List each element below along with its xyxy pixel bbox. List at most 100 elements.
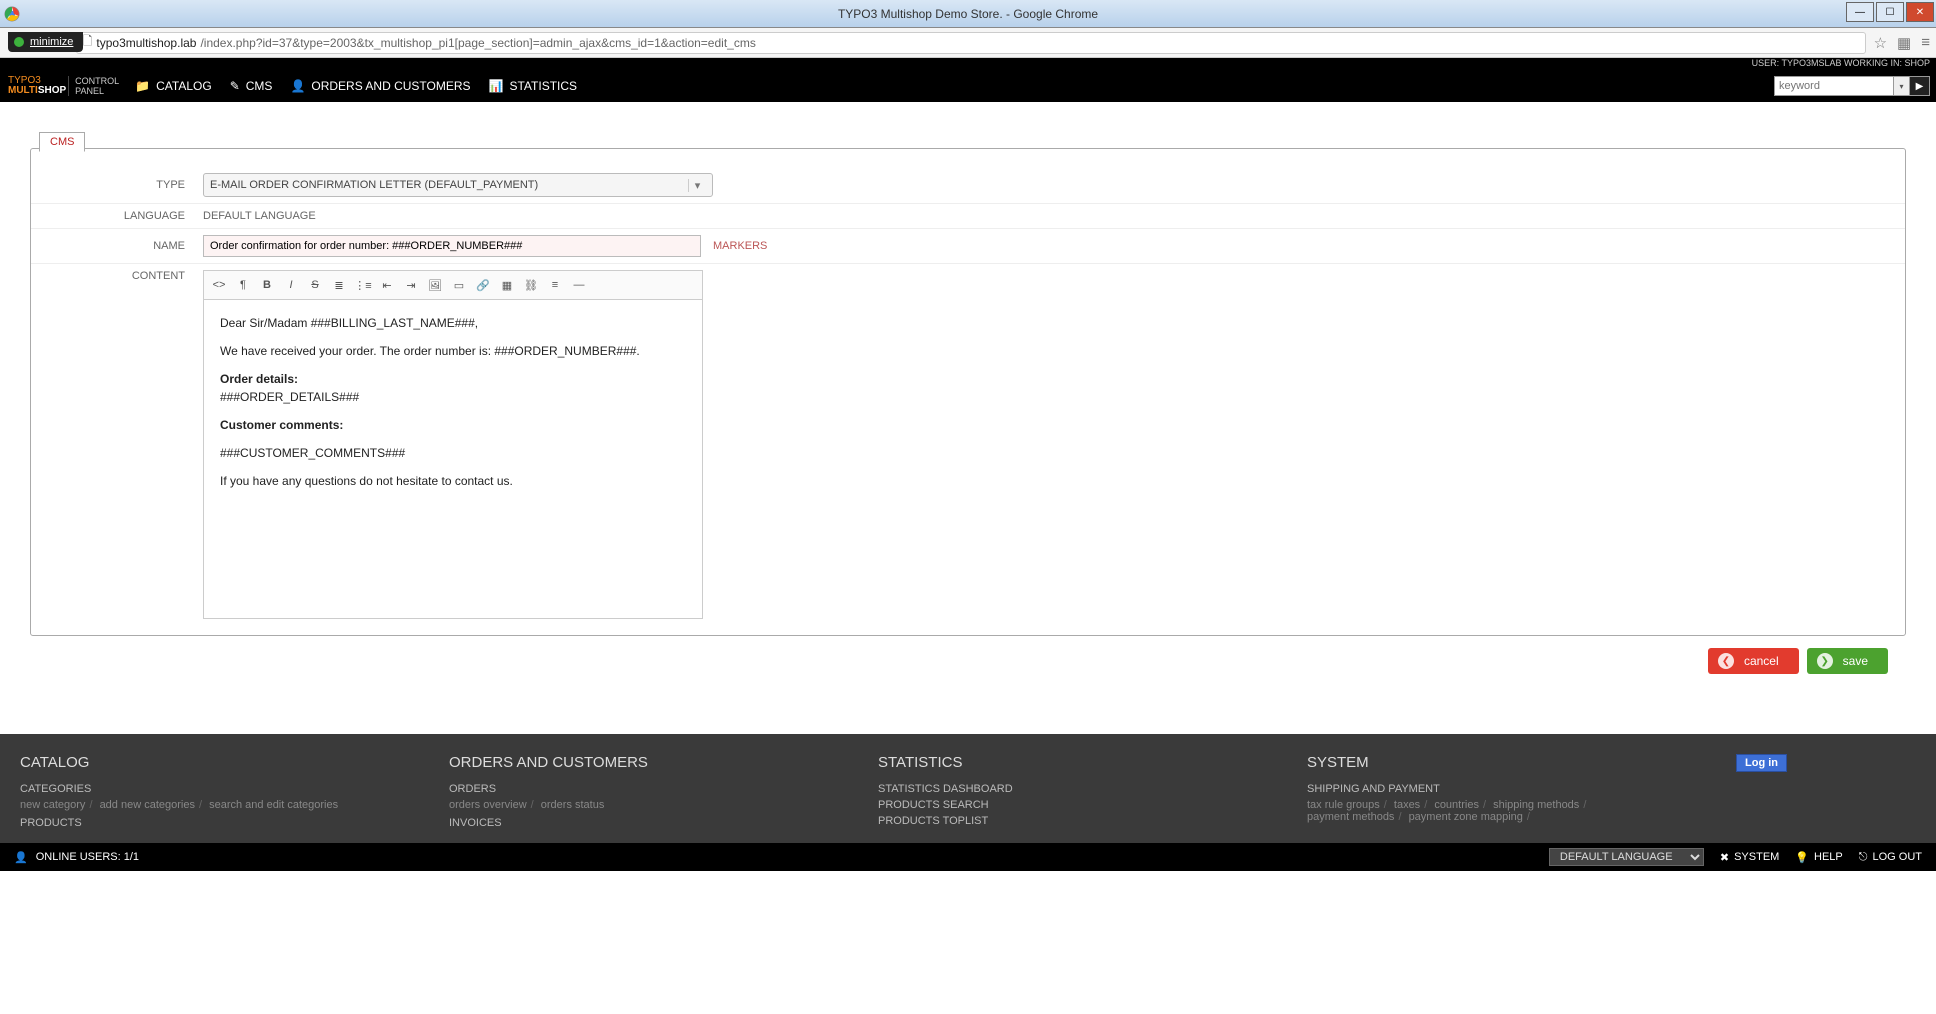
chart-icon: 📊 bbox=[489, 79, 504, 93]
footer-categories[interactable]: CATEGORIES bbox=[20, 783, 409, 795]
footer-stats-dashboard[interactable]: STATISTICS DASHBOARD bbox=[878, 783, 1267, 795]
tab-cms[interactable]: CMS bbox=[39, 132, 85, 152]
system-button[interactable]: ✖ SYSTEM bbox=[1720, 851, 1779, 864]
editor-video-button[interactable]: ▭ bbox=[448, 275, 470, 295]
search-dropdown[interactable]: ▾ bbox=[1894, 76, 1910, 96]
cancel-button[interactable]: ❮ cancel bbox=[1708, 648, 1799, 674]
menu-icon[interactable]: ≡ bbox=[1921, 34, 1930, 52]
search-input[interactable] bbox=[1774, 76, 1894, 96]
editor-paragraph-button[interactable]: ¶ bbox=[232, 275, 254, 295]
star-icon[interactable]: ☆ bbox=[1874, 34, 1887, 52]
url-host: typo3multishop.lab bbox=[96, 36, 196, 50]
editor-bold-button[interactable]: B bbox=[256, 275, 278, 295]
pencil-icon: ✎ bbox=[230, 79, 240, 93]
footer-link-orders-overview[interactable]: orders overview bbox=[449, 799, 527, 811]
window-maximize-button[interactable]: ☐ bbox=[1876, 2, 1904, 22]
extension-icon[interactable]: ▦ bbox=[1897, 34, 1911, 52]
editor-source-button[interactable]: <> bbox=[208, 275, 230, 295]
page-icon: 🗋 bbox=[83, 32, 93, 53]
gear-icon: ✖ bbox=[1720, 851, 1729, 864]
content-closing: If you have any questions do not hesitat… bbox=[220, 472, 686, 490]
label-name: NAME bbox=[43, 240, 203, 252]
help-button[interactable]: 💡 HELP bbox=[1795, 851, 1842, 864]
footer-products[interactable]: PRODUCTS bbox=[20, 817, 409, 829]
language-value: DEFAULT LANGUAGE bbox=[203, 210, 316, 222]
logout-icon: ⎋ bbox=[1859, 851, 1868, 864]
footer-link-payment-methods[interactable]: payment methods bbox=[1307, 811, 1394, 823]
footer-link-payment-zone[interactable]: payment zone mapping bbox=[1409, 811, 1523, 823]
editor-hr-button[interactable]: — bbox=[568, 275, 590, 295]
search-box: ▾ ▶ bbox=[1774, 76, 1930, 96]
footer-products-search[interactable]: PRODUCTS SEARCH bbox=[878, 799, 1267, 811]
chevron-right-icon: ❯ bbox=[1817, 653, 1833, 669]
footer-orders[interactable]: ORDERS bbox=[449, 783, 838, 795]
editor-attach-button[interactable]: 🔗 bbox=[472, 275, 494, 295]
footer-invoices[interactable]: INVOICES bbox=[449, 817, 838, 829]
footer-products-toplist[interactable]: PRODUCTS TOPLIST bbox=[878, 815, 1267, 827]
editor-ol-button[interactable]: ⋮≡ bbox=[352, 275, 374, 295]
minimize-link[interactable]: minimize bbox=[30, 36, 73, 48]
nav-statistics[interactable]: 📊 STATISTICS bbox=[489, 79, 578, 93]
login-button[interactable]: Log in bbox=[1736, 754, 1787, 772]
editor-body[interactable]: Dear Sir/Madam ###BILLING_LAST_NAME###, … bbox=[203, 299, 703, 619]
content-order-details-marker: ###ORDER_DETAILS### bbox=[220, 390, 359, 404]
window-title: TYPO3 Multishop Demo Store. - Google Chr… bbox=[838, 7, 1098, 21]
footer: CATALOG CATEGORIES new category/ add new… bbox=[0, 734, 1936, 843]
content-order-details-label: Order details: bbox=[220, 372, 298, 386]
label-content: CONTENT bbox=[43, 270, 203, 282]
type-select[interactable]: E-MAIL ORDER CONFIRMATION LETTER (DEFAUL… bbox=[203, 173, 713, 197]
editor-link-button[interactable]: ⛓ bbox=[520, 275, 542, 295]
editor-table-button[interactable]: ▦ bbox=[496, 275, 518, 295]
footer-link-orders-status[interactable]: orders status bbox=[541, 799, 605, 811]
language-select[interactable]: DEFAULT LANGUAGE bbox=[1549, 848, 1704, 866]
editor-toolbar: <> ¶ B I S ≣ ⋮≡ ⇤ ⇥ 🖼 ▭ 🔗 ▦ ⛓ bbox=[203, 270, 703, 299]
label-type: TYPE bbox=[43, 179, 203, 191]
window-minimize-button[interactable]: — bbox=[1846, 2, 1874, 22]
footer-link-shipping-methods[interactable]: shipping methods bbox=[1493, 799, 1579, 811]
help-icon: 💡 bbox=[1795, 851, 1809, 864]
type-select-value: E-MAIL ORDER CONFIRMATION LETTER (DEFAUL… bbox=[210, 179, 538, 191]
user-icon: 👤 bbox=[290, 79, 305, 93]
editor-italic-button[interactable]: I bbox=[280, 275, 302, 295]
user-icon: 👤 bbox=[14, 851, 28, 864]
status-dot-icon bbox=[14, 37, 24, 47]
footer-stats-title: STATISTICS bbox=[878, 754, 1267, 771]
editor-indent-button[interactable]: ⇥ bbox=[400, 275, 422, 295]
url-path: /index.php?id=37&type=2003&tx_multishop_… bbox=[200, 36, 755, 50]
editor-strike-button[interactable]: S bbox=[304, 275, 326, 295]
window-close-button[interactable]: ✕ bbox=[1906, 2, 1934, 22]
footer-orders-title: ORDERS AND CUSTOMERS bbox=[449, 754, 838, 771]
window-controls: — ☐ ✕ bbox=[1844, 2, 1934, 22]
logout-button[interactable]: ⎋ LOG OUT bbox=[1859, 851, 1922, 864]
window-titlebar: TYPO3 Multishop Demo Store. - Google Chr… bbox=[0, 0, 1936, 28]
editor-ul-button[interactable]: ≣ bbox=[328, 275, 350, 295]
footer-link-edit-categories[interactable]: search and edit categories bbox=[209, 799, 338, 811]
editor-image-button[interactable]: 🖼 bbox=[424, 275, 446, 295]
footer-link-new-category[interactable]: new category bbox=[20, 799, 85, 811]
topbar: TYPO3 MULTISHOP CONTROLPANEL 📁 CATALOG ✎… bbox=[0, 70, 1936, 102]
footer-catalog-title: CATALOG bbox=[20, 754, 409, 771]
minimize-tab[interactable]: minimize bbox=[8, 32, 83, 52]
footer-link-countries[interactable]: countries bbox=[1434, 799, 1479, 811]
search-go-button[interactable]: ▶ bbox=[1910, 76, 1930, 96]
address-bar[interactable]: 🗋 typo3multishop.lab/index.php?id=37&typ… bbox=[76, 32, 1866, 54]
name-input[interactable] bbox=[203, 235, 701, 257]
save-button[interactable]: ❯ save bbox=[1807, 648, 1888, 674]
footer-link-add-categories[interactable]: add new categories bbox=[100, 799, 195, 811]
nav-cms[interactable]: ✎ CMS bbox=[230, 79, 273, 93]
markers-link[interactable]: MARKERS bbox=[713, 240, 767, 252]
label-language: LANGUAGE bbox=[43, 210, 203, 222]
footer-link-tax-groups[interactable]: tax rule groups bbox=[1307, 799, 1380, 811]
content-greeting: Dear Sir/Madam ###BILLING_LAST_NAME###, bbox=[220, 314, 686, 332]
rich-text-editor: <> ¶ B I S ≣ ⋮≡ ⇤ ⇥ 🖼 ▭ 🔗 ▦ ⛓ bbox=[203, 270, 703, 619]
nav-orders-customers[interactable]: 👤 ORDERS AND CUSTOMERS bbox=[290, 79, 470, 93]
content-customer-comments-label: Customer comments: bbox=[220, 418, 343, 432]
online-users: ONLINE USERS: 1/1 bbox=[36, 851, 139, 863]
editor-align-button[interactable]: ≡ bbox=[544, 275, 566, 295]
folder-icon: 📁 bbox=[135, 79, 150, 93]
footer-link-taxes[interactable]: taxes bbox=[1394, 799, 1420, 811]
nav-catalog[interactable]: 📁 CATALOG bbox=[135, 79, 212, 93]
editor-outdent-button[interactable]: ⇤ bbox=[376, 275, 398, 295]
logo[interactable]: TYPO3 MULTISHOP CONTROLPANEL bbox=[8, 76, 119, 96]
footer-shipping-payment[interactable]: SHIPPING AND PAYMENT bbox=[1307, 783, 1696, 795]
